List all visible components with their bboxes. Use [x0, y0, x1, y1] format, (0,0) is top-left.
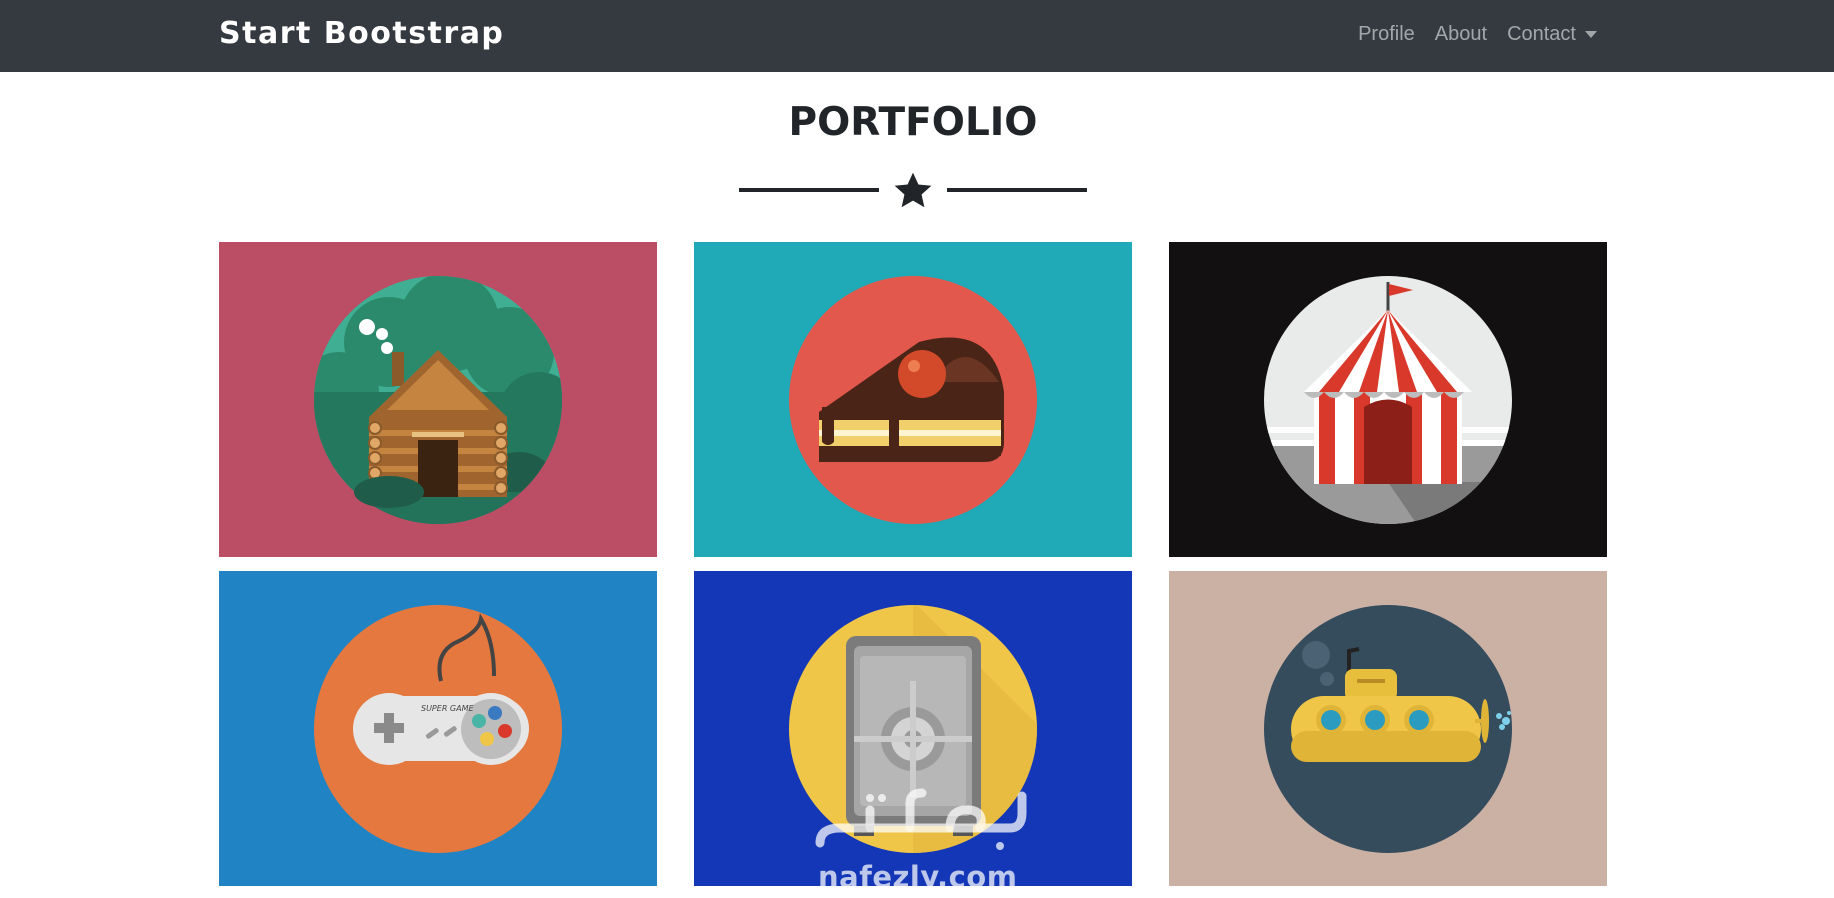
portfolio-item-cabin[interactable]: [219, 242, 657, 557]
portfolio-item-cake[interactable]: [694, 242, 1132, 557]
circus-tent-icon: [1169, 242, 1607, 557]
page-title: PORTFOLIO: [788, 100, 1038, 145]
nav-link-profile-label: Profile: [1358, 23, 1415, 45]
cabin-icon: [219, 242, 657, 557]
navbar: Start Bootstrap Profile About Contact: [0, 0, 1834, 72]
submarine-icon: [1169, 571, 1607, 886]
cake-icon: [694, 242, 1132, 557]
svg-text:SUPER GAME: SUPER GAME: [421, 704, 474, 713]
nav-link-about-label: About: [1434, 23, 1488, 45]
portfolio-item-circus-tent[interactable]: [1169, 242, 1607, 557]
portfolio-item-game-controller[interactable]: SUPER GAME: [219, 571, 657, 886]
star-icon: [894, 172, 932, 208]
safe-icon: [694, 571, 1132, 886]
divider-line-right: [947, 188, 1087, 192]
portfolio-item-submarine[interactable]: [1169, 571, 1607, 886]
portfolio-item-safe[interactable]: [694, 571, 1132, 886]
nav-links: Profile About Contact: [1358, 20, 1597, 48]
nav-link-contact-label: Contact: [1507, 23, 1576, 45]
nav-link-about[interactable]: About: [1435, 20, 1487, 48]
nav-dropdown-contact[interactable]: Contact: [1507, 20, 1597, 48]
heading-divider: [739, 170, 1087, 212]
nav-link-profile[interactable]: Profile: [1358, 20, 1415, 48]
navbar-brand[interactable]: Start Bootstrap: [219, 14, 504, 54]
caret-down-icon: [1585, 30, 1597, 38]
divider-line-left: [739, 188, 879, 192]
game-controller-icon: SUPER GAME: [219, 571, 657, 886]
